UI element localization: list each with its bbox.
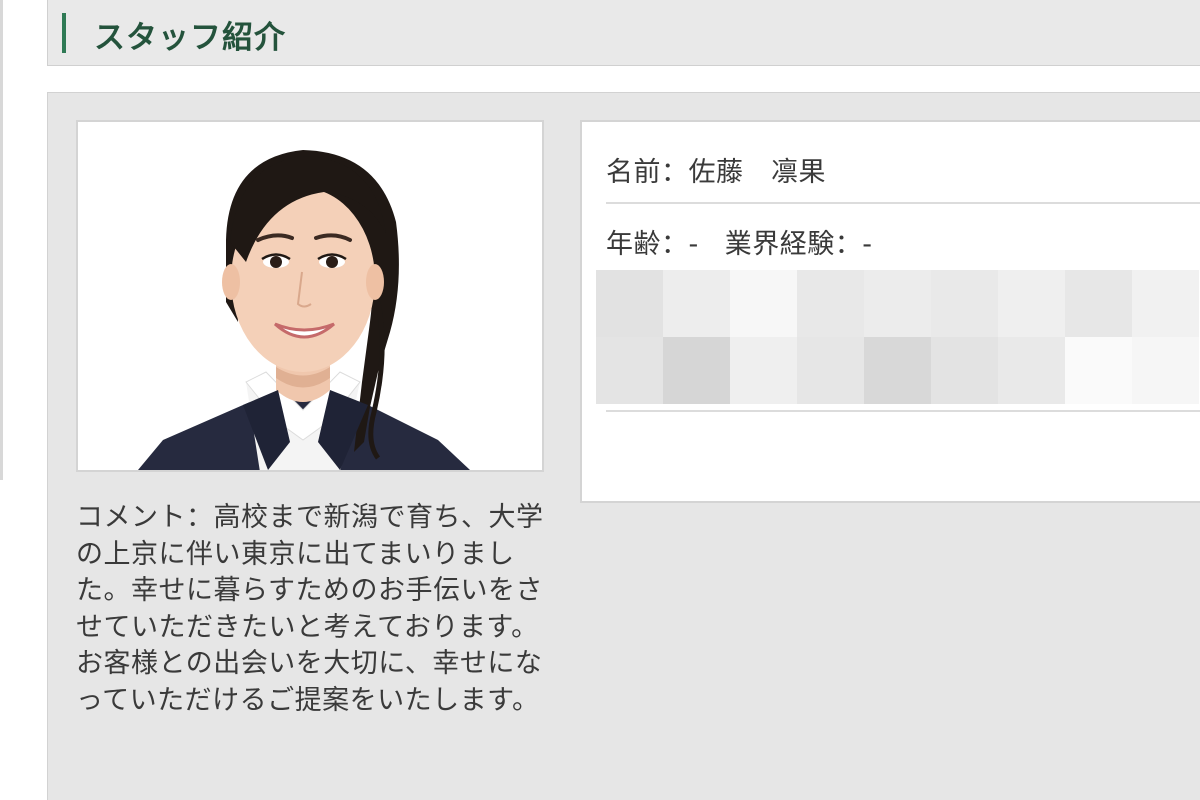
mosaic-cell — [1065, 270, 1132, 337]
comment-text: 高校まで新潟で育ち、大学の上京に伴い東京に出てまいりました。幸せに暮らすためのお… — [76, 502, 544, 716]
section-title: スタッフ紹介 — [94, 20, 286, 56]
comment-label: コメント： — [76, 502, 214, 533]
mosaic-cell — [1132, 270, 1199, 337]
left-edge-line — [0, 0, 3, 480]
name-row: 名前：佐藤 凛果 — [606, 150, 826, 189]
staff-info-box: 名前：佐藤 凛果 年齢：- 業界経験：- — [580, 120, 1200, 503]
staff-portrait-image — [78, 122, 542, 470]
section-header: スタッフ紹介 — [47, 0, 1200, 66]
age-experience-row: 年齢：- 業界経験：- — [606, 222, 873, 261]
info-divider — [606, 202, 1200, 204]
staff-comment: コメント：高校まで新潟で育ち、大学の上京に伴い東京に出てまいりました。幸せに暮ら… — [76, 500, 556, 719]
mosaic-cell — [730, 337, 797, 404]
redacted-mosaic-block — [596, 270, 1200, 410]
age-value: - — [688, 229, 699, 260]
staff-intro-page: スタッフ紹介 コメント：高校まで新潟で育ち、大学の上京に伴い東京に出てまいりまし… — [0, 0, 1200, 800]
mosaic-cell — [931, 270, 998, 337]
experience-value: - — [862, 229, 873, 260]
mosaic-cell — [998, 270, 1065, 337]
mosaic-cell — [596, 270, 663, 337]
staff-photo — [76, 120, 544, 472]
info-divider-bottom — [606, 410, 1200, 412]
mosaic-cell — [596, 337, 663, 404]
age-label: 年齢： — [606, 229, 689, 260]
mosaic-cell — [864, 337, 931, 404]
mosaic-cell — [1065, 337, 1132, 404]
mosaic-cell — [797, 270, 864, 337]
experience-label: 業界経験： — [724, 229, 863, 260]
mosaic-cell — [797, 337, 864, 404]
mosaic-cell — [1132, 337, 1199, 404]
mosaic-cell — [663, 270, 730, 337]
name-value: 佐藤 凛果 — [688, 157, 826, 188]
mosaic-cell — [864, 270, 931, 337]
header-accent-bar — [62, 13, 66, 53]
mosaic-cell — [663, 337, 730, 404]
mosaic-cell — [998, 337, 1065, 404]
mosaic-cell — [931, 337, 998, 404]
mosaic-cell — [730, 270, 797, 337]
name-label: 名前： — [606, 157, 689, 188]
